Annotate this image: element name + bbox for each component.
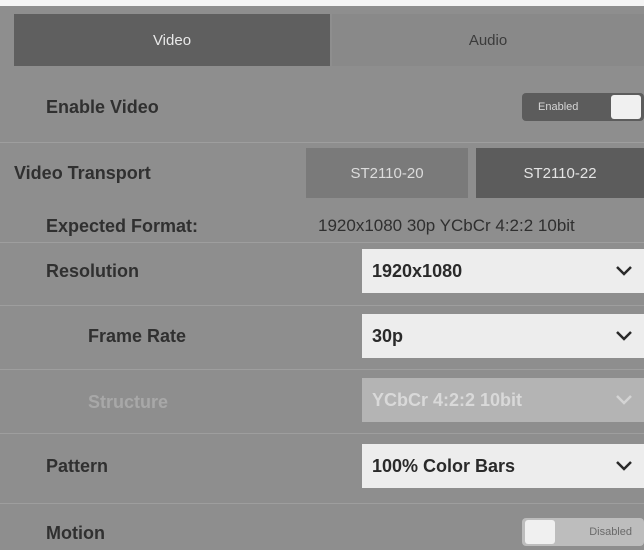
enable-video-label: Enable Video <box>46 97 159 117</box>
chevron-down-icon <box>604 265 644 277</box>
transport-option-st2110-20[interactable]: ST2110-20 <box>306 148 468 198</box>
expected-format-row: Expected Format: 1920x1080 30p YCbCr 4:2… <box>0 206 644 246</box>
motion-toggle[interactable]: Disabled <box>522 518 644 546</box>
enable-video-row: Enable Video Enabled <box>0 82 644 132</box>
chevron-down-icon <box>604 460 644 472</box>
motion-label: Motion <box>46 523 105 543</box>
structure-label: Structure <box>88 392 169 412</box>
toggle-state-text: Disabled <box>589 526 632 538</box>
toggle-knob <box>525 520 555 544</box>
expected-format-value: 1920x1080 30p YCbCr 4:2:2 10bit <box>318 216 575 235</box>
pattern-dropdown[interactable]: 100% Color Bars <box>362 444 644 488</box>
tab-audio[interactable]: Audio <box>332 14 644 66</box>
transport-option-st2110-22[interactable]: ST2110-22 <box>476 148 644 198</box>
divider <box>0 142 644 143</box>
resolution-dropdown[interactable]: 1920x1080 <box>362 249 644 293</box>
structure-dropdown: YCbCr 4:2:2 10bit <box>362 378 644 422</box>
expected-format-label: Expected Format: <box>46 216 199 236</box>
chevron-down-icon <box>604 330 644 342</box>
divider <box>0 369 644 370</box>
resolution-label: Resolution <box>46 261 139 281</box>
structure-row: Structure YCbCr 4:2:2 10bit <box>0 372 644 432</box>
motion-row: Motion Disabled <box>0 506 644 550</box>
video-transport-label: Video Transport <box>14 163 151 183</box>
video-settings-panel: Video Audio Enable Video Enabled Video T… <box>0 0 644 550</box>
structure-value: YCbCr 4:2:2 10bit <box>372 389 523 410</box>
pattern-value: 100% Color Bars <box>372 455 516 476</box>
resolution-row: Resolution 1920x1080 <box>0 244 644 304</box>
chevron-down-icon <box>604 394 644 406</box>
tab-video[interactable]: Video <box>14 14 330 66</box>
divider <box>0 503 644 504</box>
resolution-value: 1920x1080 <box>372 260 463 281</box>
enable-video-toggle[interactable]: Enabled <box>522 93 644 121</box>
video-transport-row: Video Transport ST2110-20 ST2110-22 <box>0 148 644 198</box>
divider <box>0 242 644 243</box>
pattern-row: Pattern 100% Color Bars <box>0 436 644 496</box>
frame-rate-value: 30p <box>372 325 404 346</box>
toggle-knob <box>611 95 641 119</box>
frame-rate-row: Frame Rate 30p <box>0 308 644 368</box>
frame-rate-dropdown[interactable]: 30p <box>362 314 644 358</box>
pattern-label: Pattern <box>46 456 109 476</box>
top-border <box>0 0 644 6</box>
tab-bar: Video Audio <box>14 14 644 66</box>
divider <box>0 305 644 306</box>
frame-rate-label: Frame Rate <box>88 326 187 346</box>
toggle-state-text: Enabled <box>538 101 579 113</box>
divider <box>0 433 644 434</box>
